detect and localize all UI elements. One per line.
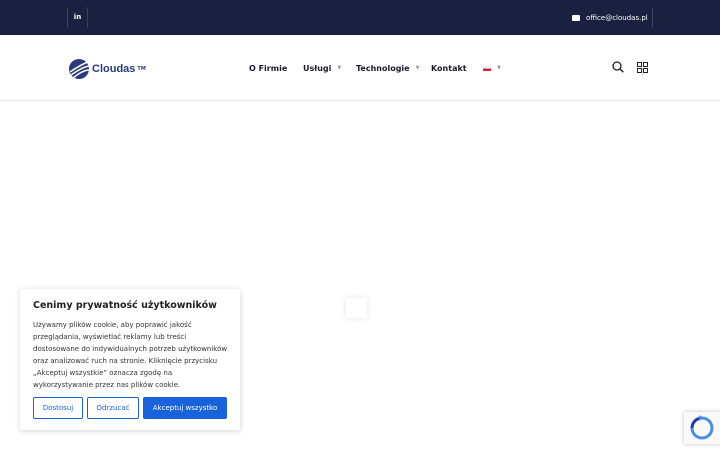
search-icon[interactable] — [612, 61, 624, 73]
top-bar: in office@cloudas.pl — [0, 0, 720, 35]
nav-item-o-firmie[interactable]: O Firmie — [249, 64, 287, 73]
nav-label: Usługi — [303, 63, 332, 73]
recaptcha-badge[interactable] — [684, 412, 720, 444]
language-switcher[interactable]: ▼ — [483, 65, 501, 71]
email-text: office@cloudas.pl — [586, 13, 648, 22]
cookie-consent-banner: Cenimy prywatność użytkowników Używamy p… — [20, 289, 240, 430]
nav-label: O Firmie — [249, 63, 288, 73]
reject-button[interactable]: Odrzucać — [87, 397, 139, 419]
chevron-down-icon: ▼ — [497, 65, 501, 71]
chevron-down-icon: ▼ — [415, 65, 420, 71]
cookie-description: Używamy plików cookie, aby poprawić jako… — [33, 321, 228, 389]
logo-globe-icon — [69, 59, 90, 79]
linkedin-link[interactable]: in — [67, 7, 88, 28]
cookie-title: Cenimy prywatność użytkowników — [33, 300, 217, 311]
accept-all-button[interactable]: Akceptuj wszystko — [143, 397, 227, 419]
site-logo[interactable]: Cloudas TM — [68, 58, 146, 80]
logo-text: Cloudas — [92, 63, 136, 75]
linkedin-icon: in — [73, 13, 82, 21]
page-loader — [346, 298, 367, 318]
logo-trademark: TM — [137, 66, 146, 72]
grid-menu-icon[interactable] — [637, 62, 648, 73]
nav-label: Kontakt — [431, 63, 467, 73]
nav-item-uslugi[interactable]: Usługi ▼ — [303, 64, 341, 73]
email-link[interactable]: office@cloudas.pl — [572, 7, 653, 28]
nav-item-technologie[interactable]: Technologie ▼ — [356, 64, 419, 73]
nav-item-kontakt[interactable]: Kontakt — [431, 64, 467, 73]
recaptcha-icon — [690, 415, 714, 440]
nav-label: Technologie — [356, 63, 410, 73]
chevron-down-icon: ▼ — [337, 65, 342, 71]
envelope-icon — [572, 14, 580, 21]
customize-button[interactable]: Dostosuj — [33, 397, 83, 419]
polish-flag-icon — [483, 65, 491, 71]
